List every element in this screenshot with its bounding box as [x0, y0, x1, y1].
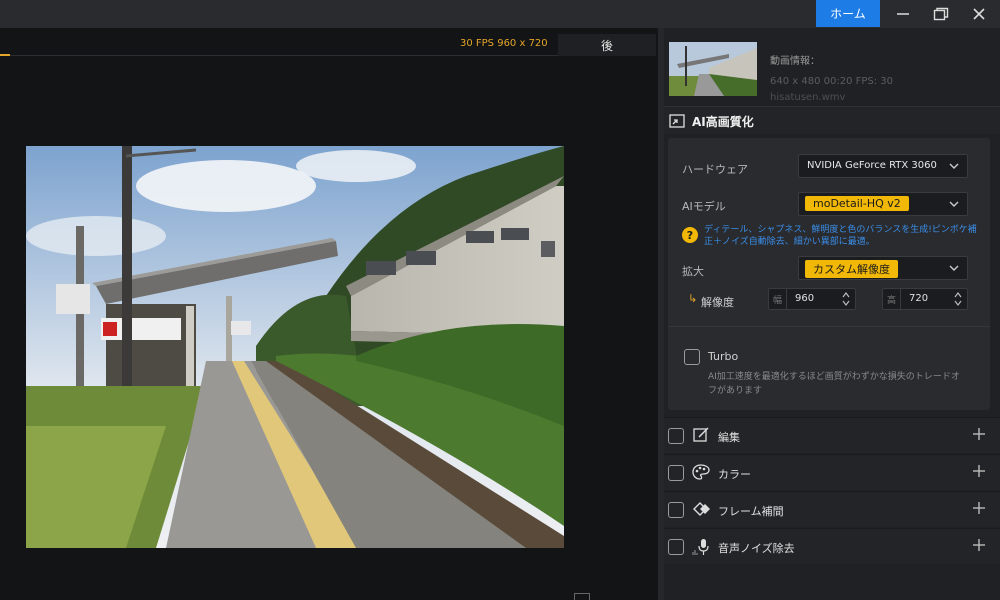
frame-interpolation-icon	[693, 502, 710, 516]
maximize-button[interactable]	[922, 0, 960, 27]
video-info-specs: 640 x 480 00:20 FPS: 30	[770, 76, 894, 87]
scale-select[interactable]: カスタム解像度	[798, 256, 968, 280]
color-checkbox[interactable]	[668, 465, 684, 481]
ai-enhance-header[interactable]: AI高画質化	[664, 106, 1000, 134]
width-prefix: 幅	[769, 289, 787, 309]
chevron-down-icon	[949, 201, 959, 207]
video-frame-image	[26, 146, 564, 548]
minimize-icon	[897, 12, 909, 15]
chevron-down-icon	[949, 163, 959, 169]
video-thumbnail[interactable]	[669, 42, 757, 96]
scale-value: カスタム解像度	[805, 260, 898, 278]
accordion-color-label: カラー	[718, 468, 751, 481]
close-icon	[973, 7, 985, 20]
hardware-select[interactable]: NVIDIA GeForce RTX 3060	[798, 154, 968, 178]
fullscreen-icon[interactable]	[574, 593, 590, 600]
tab-after[interactable]: 後	[558, 34, 656, 56]
stepper-arrows-icon[interactable]	[841, 290, 851, 308]
accordion-frame-interpolation-label: フレーム補間	[718, 505, 784, 518]
ai-settings-box: ハードウェア NVIDIA GeForce RTX 3060 AIモデル moD…	[668, 138, 990, 410]
stepper-arrows-icon[interactable]	[953, 290, 963, 308]
ai-model-help: ? ディテール、シャプネス、鮮明度と色のバランスを生成!ピンボケ補正＋ノイズ自動…	[682, 224, 982, 252]
accordion-frame-interpolation[interactable]: フレーム補間	[664, 491, 1000, 527]
edit-icon	[693, 427, 709, 442]
height-value: 720	[909, 293, 929, 304]
minimize-button[interactable]	[884, 0, 922, 27]
turbo-label: Turbo	[708, 350, 739, 363]
plus-icon[interactable]	[972, 464, 986, 478]
video-filename: hisatusen.wmv	[770, 92, 846, 103]
preview-header: 30 FPS 960 x 720 後	[0, 34, 658, 56]
upscale-icon	[669, 114, 685, 128]
ai-model-select[interactable]: moDetail-HQ v2	[798, 192, 968, 216]
preview-area: 30 FPS 960 x 720 後	[0, 28, 658, 600]
turbo-checkbox[interactable]	[684, 349, 700, 365]
maximize-icon	[933, 7, 949, 20]
accordion-edit[interactable]: 編集	[664, 417, 1000, 453]
close-button[interactable]	[960, 0, 998, 27]
before-tab-indicator	[0, 54, 10, 56]
palette-icon	[692, 464, 710, 480]
plus-icon[interactable]	[972, 427, 986, 441]
video-info: 動画情報： 640 x 480 00:20 FPS: 30 hisatusen.…	[664, 36, 1000, 103]
video-preview-frame	[26, 146, 564, 548]
accordion-edit-label: 編集	[718, 431, 740, 444]
audio-denoise-checkbox[interactable]	[668, 539, 684, 555]
ai-model-value: moDetail-HQ v2	[805, 196, 909, 211]
plus-icon[interactable]	[972, 501, 986, 515]
sub-setting-arrow-icon: ↳	[688, 292, 698, 305]
output-fps-resolution: 30 FPS 960 x 720	[460, 38, 548, 49]
resolution-label: 解像度	[701, 296, 734, 309]
width-value: 960	[795, 293, 815, 304]
accordion-audio-denoise[interactable]: 音声ノイズ除去	[664, 528, 1000, 564]
turbo-description: AI加工速度を最適化するほど画質がわずかな損失のトレードオフがあります	[708, 372, 960, 396]
settings-panel: 動画情報： 640 x 480 00:20 FPS: 30 hisatusen.…	[664, 28, 1000, 600]
ai-model-help-text: ディテール、シャプネス、鮮明度と色のバランスを生成!ピンボケ補正＋ノイズ自動除去…	[704, 225, 977, 247]
plus-icon[interactable]	[972, 538, 986, 552]
question-icon[interactable]: ?	[682, 227, 698, 243]
ai-enhance-title: AI高画質化	[692, 115, 754, 129]
hardware-label: ハードウェア	[682, 163, 748, 176]
title-bar: ホーム	[0, 0, 1000, 28]
scale-label: 拡大	[682, 265, 704, 278]
microphone-icon	[692, 539, 709, 555]
hardware-value: NVIDIA GeForce RTX 3060	[807, 160, 937, 171]
ai-model-label: AIモデル	[682, 200, 726, 213]
thumbnail-image	[669, 42, 757, 96]
width-input[interactable]: 幅 960	[768, 288, 856, 310]
height-input[interactable]: 高 720	[882, 288, 968, 310]
frame-interpolation-checkbox[interactable]	[668, 502, 684, 518]
accordion-audio-denoise-label: 音声ノイズ除去	[718, 542, 795, 555]
height-prefix: 高	[883, 289, 901, 309]
preview-header-line	[10, 55, 558, 56]
home-button[interactable]: ホーム	[816, 0, 880, 27]
settings-divider	[668, 326, 990, 327]
chevron-down-icon	[949, 265, 959, 271]
edit-checkbox[interactable]	[668, 428, 684, 444]
video-info-title: 動画情報：	[770, 56, 820, 67]
accordion-color[interactable]: カラー	[664, 454, 1000, 490]
